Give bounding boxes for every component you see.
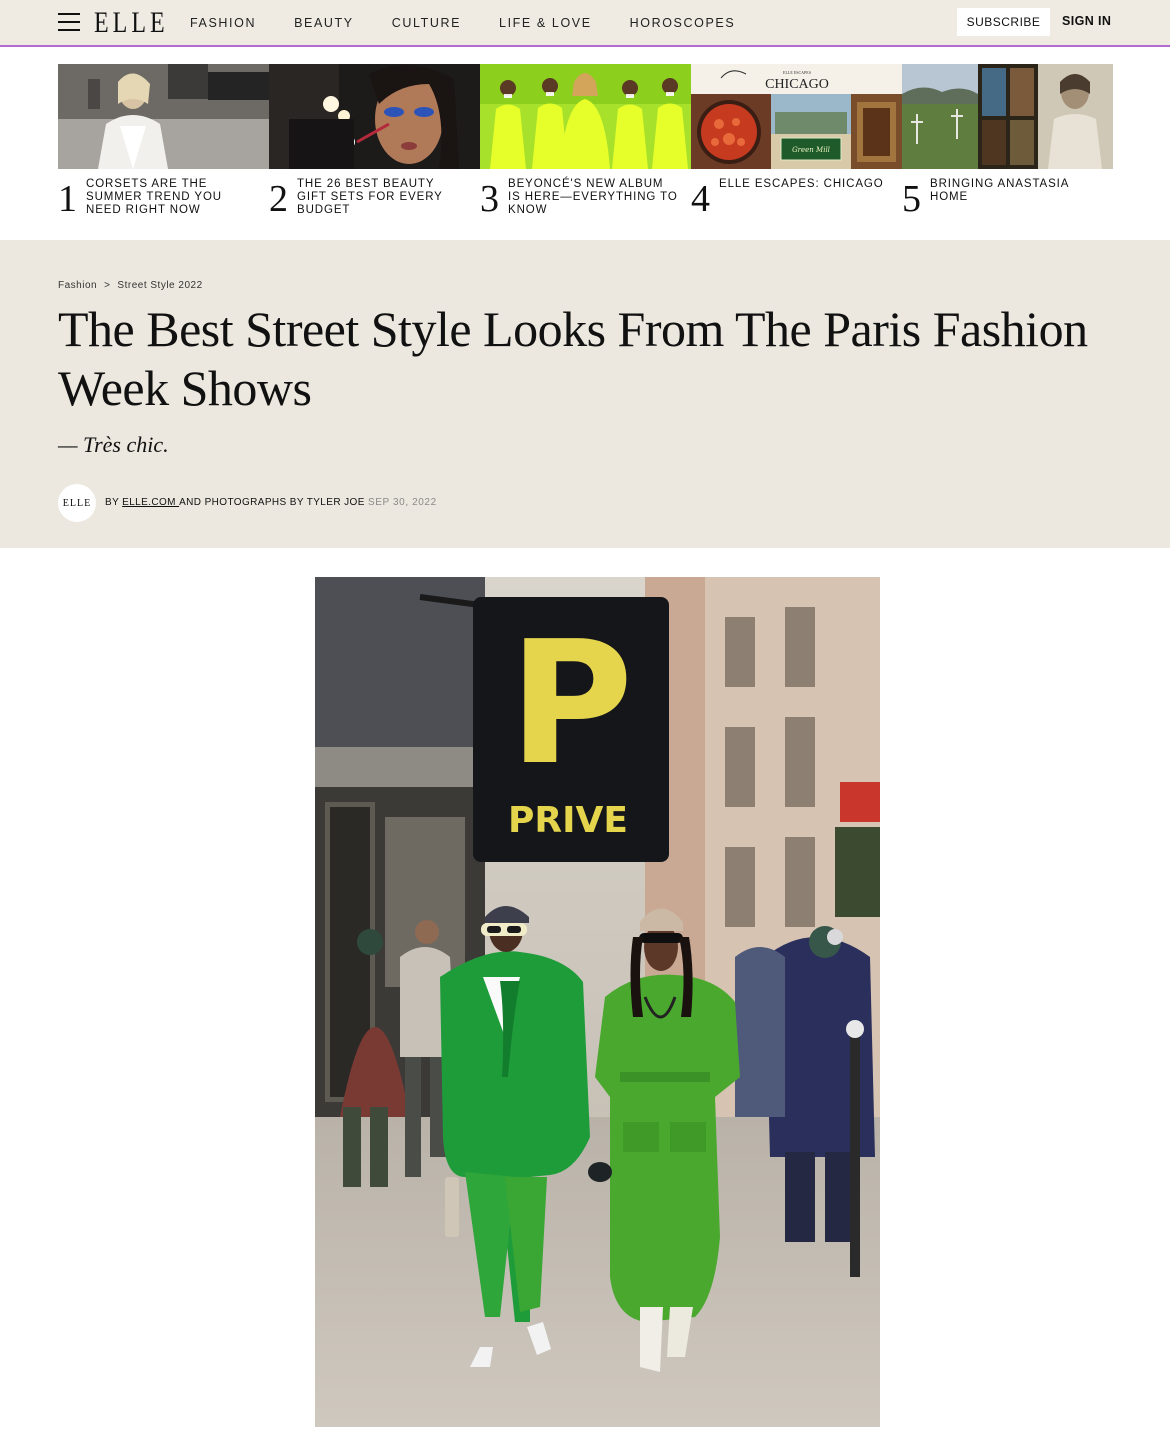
site-logo[interactable]: ELLE	[94, 6, 169, 40]
trending-number-1: 1	[58, 178, 77, 220]
site-header: ELLE FASHION BEAUTY CULTURE LIFE & LOVE …	[0, 0, 1170, 47]
thumbnail-kicker: ELLE ESCAPES	[783, 70, 811, 75]
trending-title-2[interactable]: THE 26 BEST BEAUTY GIFT SETS FOR EVERY B…	[297, 178, 467, 217]
trending-title-4[interactable]: ELLE ESCAPES: CHICAGO	[719, 178, 889, 191]
trending-item-3[interactable]: 3 BEYONCÉ'S NEW ALBUM IS HERE—EVERYTHING…	[480, 64, 691, 224]
breadcrumb-fashion[interactable]: Fashion	[58, 280, 97, 291]
trending-item-5[interactable]: 5 BRINGING ANASTASIA HOME	[902, 64, 1113, 224]
breadcrumb-separator: >	[104, 280, 111, 291]
trending-thumbnail-1[interactable]	[58, 64, 269, 169]
trending-item-2[interactable]: 2 THE 26 BEST BEAUTY GIFT SETS FOR EVERY…	[269, 64, 480, 224]
thumbnail-title: CHICAGO	[765, 77, 829, 92]
main-nav: FASHION BEAUTY CULTURE LIFE & LOVE HOROS…	[190, 16, 773, 30]
byline-photographer: AND PHOTOGRAPHS BY TYLER JOE	[179, 497, 365, 508]
trending-number-4: 4	[691, 178, 710, 220]
hero-photo: P PRIVE	[315, 577, 880, 1427]
nav-beauty[interactable]: BEAUTY	[294, 16, 354, 30]
sign-text: PRIVE	[508, 800, 628, 841]
author-avatar[interactable]: ELLE	[58, 484, 96, 522]
nav-life-love[interactable]: LIFE & LOVE	[499, 16, 592, 30]
article-dek: — Très chic.	[58, 432, 169, 457]
trending-thumbnail-2[interactable]	[269, 64, 480, 169]
article-headline: The Best Street Style Looks From The Par…	[58, 301, 1088, 416]
trending-item-1[interactable]: 1 CORSETS ARE THE SUMMER TREND YOU NEED …	[58, 64, 269, 224]
trending-thumbnail-3[interactable]	[480, 64, 691, 169]
trending-number-2: 2	[269, 178, 288, 220]
nav-fashion[interactable]: FASHION	[190, 16, 256, 30]
byline: BY ELLE.COM AND PHOTOGRAPHS BY TYLER JOE	[105, 497, 365, 508]
thumbnail-sign: Green Mill	[792, 146, 830, 154]
nav-culture[interactable]: CULTURE	[392, 16, 461, 30]
publish-date: SEP 30, 2022	[368, 497, 437, 508]
trending-number-5: 5	[902, 178, 921, 220]
byline-author-link[interactable]: ELLE.COM	[122, 497, 179, 508]
trending-title-1[interactable]: CORSETS ARE THE SUMMER TREND YOU NEED RI…	[86, 178, 256, 217]
trending-item-4[interactable]: ELLE ESCAPES CHICAGO Green Mill 4 ELLE E…	[691, 64, 902, 224]
byline-prefix: BY	[105, 497, 123, 508]
sign-in-link[interactable]: SIGN IN	[1062, 14, 1111, 28]
trending-thumbnail-5[interactable]	[902, 64, 1113, 169]
trending-title-3[interactable]: BEYONCÉ'S NEW ALBUM IS HERE—EVERYTHING T…	[508, 178, 678, 217]
trending-number-3: 3	[480, 178, 499, 220]
menu-icon[interactable]	[58, 13, 80, 31]
breadcrumb-street-style[interactable]: Street Style 2022	[117, 280, 202, 291]
trending-strip: 1 CORSETS ARE THE SUMMER TREND YOU NEED …	[58, 64, 1113, 224]
nav-horoscopes[interactable]: HOROSCOPES	[630, 16, 736, 30]
breadcrumb: Fashion > Street Style 2022	[58, 280, 203, 291]
subscribe-button[interactable]: SUBSCRIBE	[957, 8, 1050, 36]
trending-title-5[interactable]: BRINGING ANASTASIA HOME	[930, 178, 1100, 204]
trending-thumbnail-4[interactable]: ELLE ESCAPES CHICAGO Green Mill	[691, 64, 902, 169]
sign-letter: P	[509, 605, 634, 803]
